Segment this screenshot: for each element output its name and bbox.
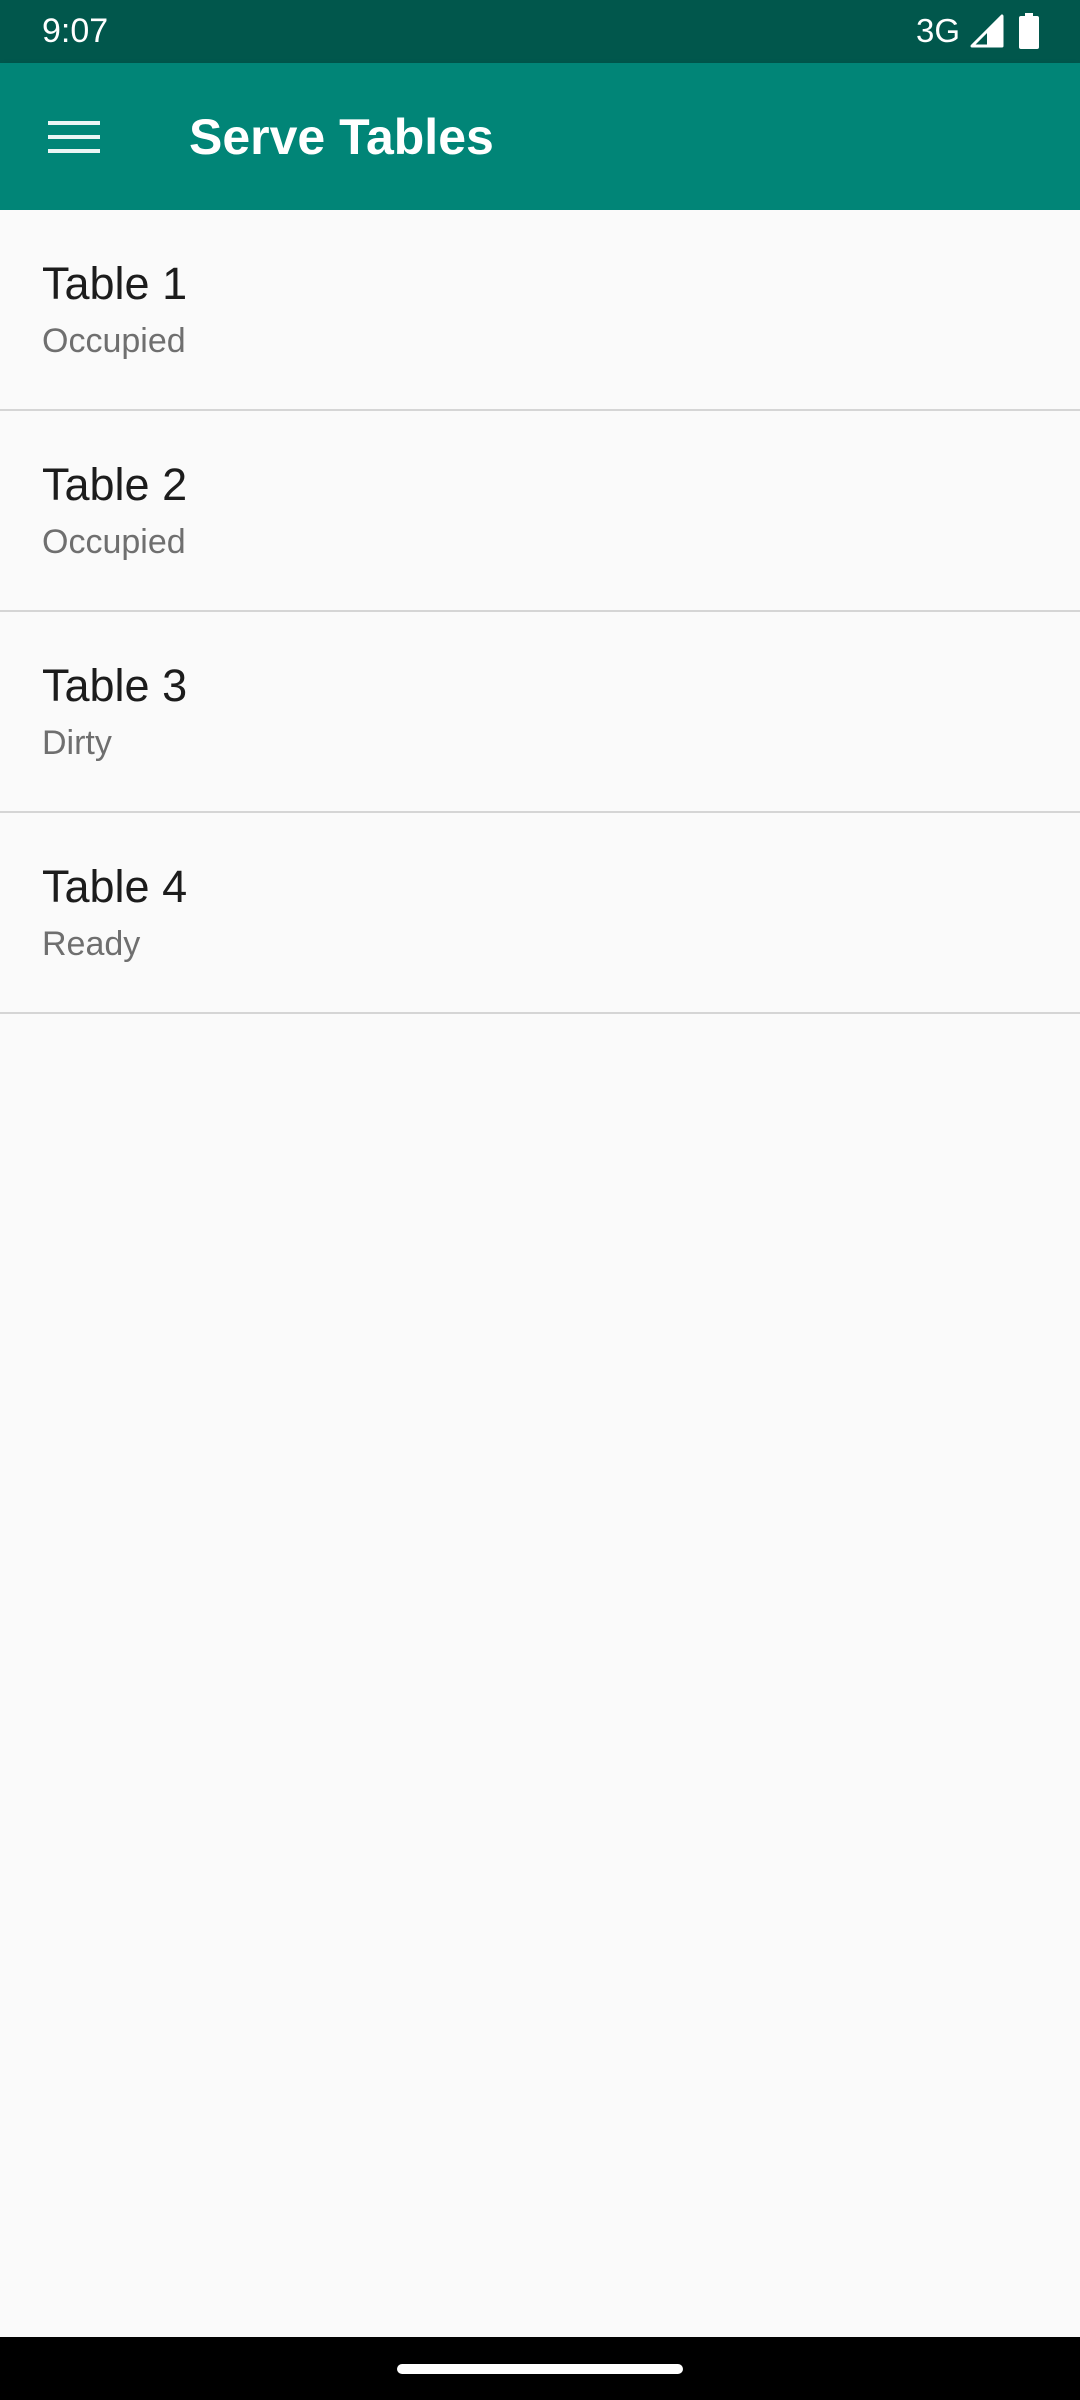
list-item-table-1[interactable]: Table 1 Occupied (0, 210, 1080, 411)
list-item-table-3[interactable]: Table 3 Dirty (0, 612, 1080, 813)
table-name: Table 2 (42, 459, 188, 510)
status-indicators: 3G (916, 10, 1040, 52)
table-status: Occupied (42, 322, 186, 360)
list-item-table-2[interactable]: Table 2 Occupied (0, 411, 1080, 612)
battery-full-icon (1019, 13, 1039, 49)
table-status: Ready (42, 925, 141, 963)
table-status: Dirty (42, 724, 112, 762)
table-name: Table 4 (42, 861, 188, 912)
page-title: Serve Tables (189, 109, 494, 165)
screen: 9:07 3G Serve Tables Table 1 Occupied Ta… (0, 0, 1080, 2400)
hamburger-menu-icon (48, 121, 100, 153)
app-bar: Serve Tables (0, 63, 1080, 210)
table-list: Table 1 Occupied Table 2 Occupied Table … (0, 210, 1080, 1014)
menu-button[interactable] (36, 99, 112, 175)
table-name: Table 3 (42, 660, 188, 711)
status-time: 9:07 (42, 12, 109, 50)
list-item-table-4[interactable]: Table 4 Ready (0, 813, 1080, 1014)
home-gesture-handle[interactable] (397, 2364, 683, 2374)
table-name: Table 1 (42, 258, 188, 309)
table-status: Occupied (42, 523, 186, 561)
status-bar: 9:07 3G (0, 0, 1080, 63)
cell-signal-icon (970, 14, 1004, 48)
network-type: 3G (915, 12, 960, 49)
navigation-bar (0, 2337, 1080, 2400)
